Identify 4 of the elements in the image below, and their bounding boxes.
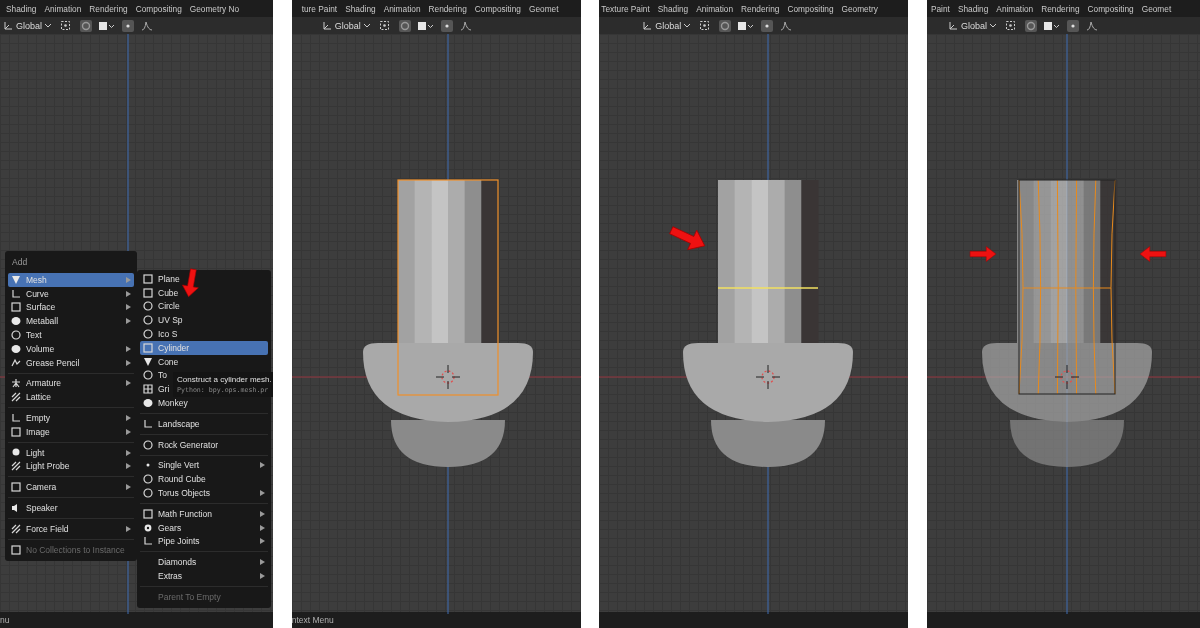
menu-title: Add <box>11 256 29 269</box>
status-text: ntext Menu <box>291 615 334 625</box>
status-text: nu <box>0 615 10 625</box>
tooltip-title: Construct a cylinder mesh. <box>177 375 271 384</box>
